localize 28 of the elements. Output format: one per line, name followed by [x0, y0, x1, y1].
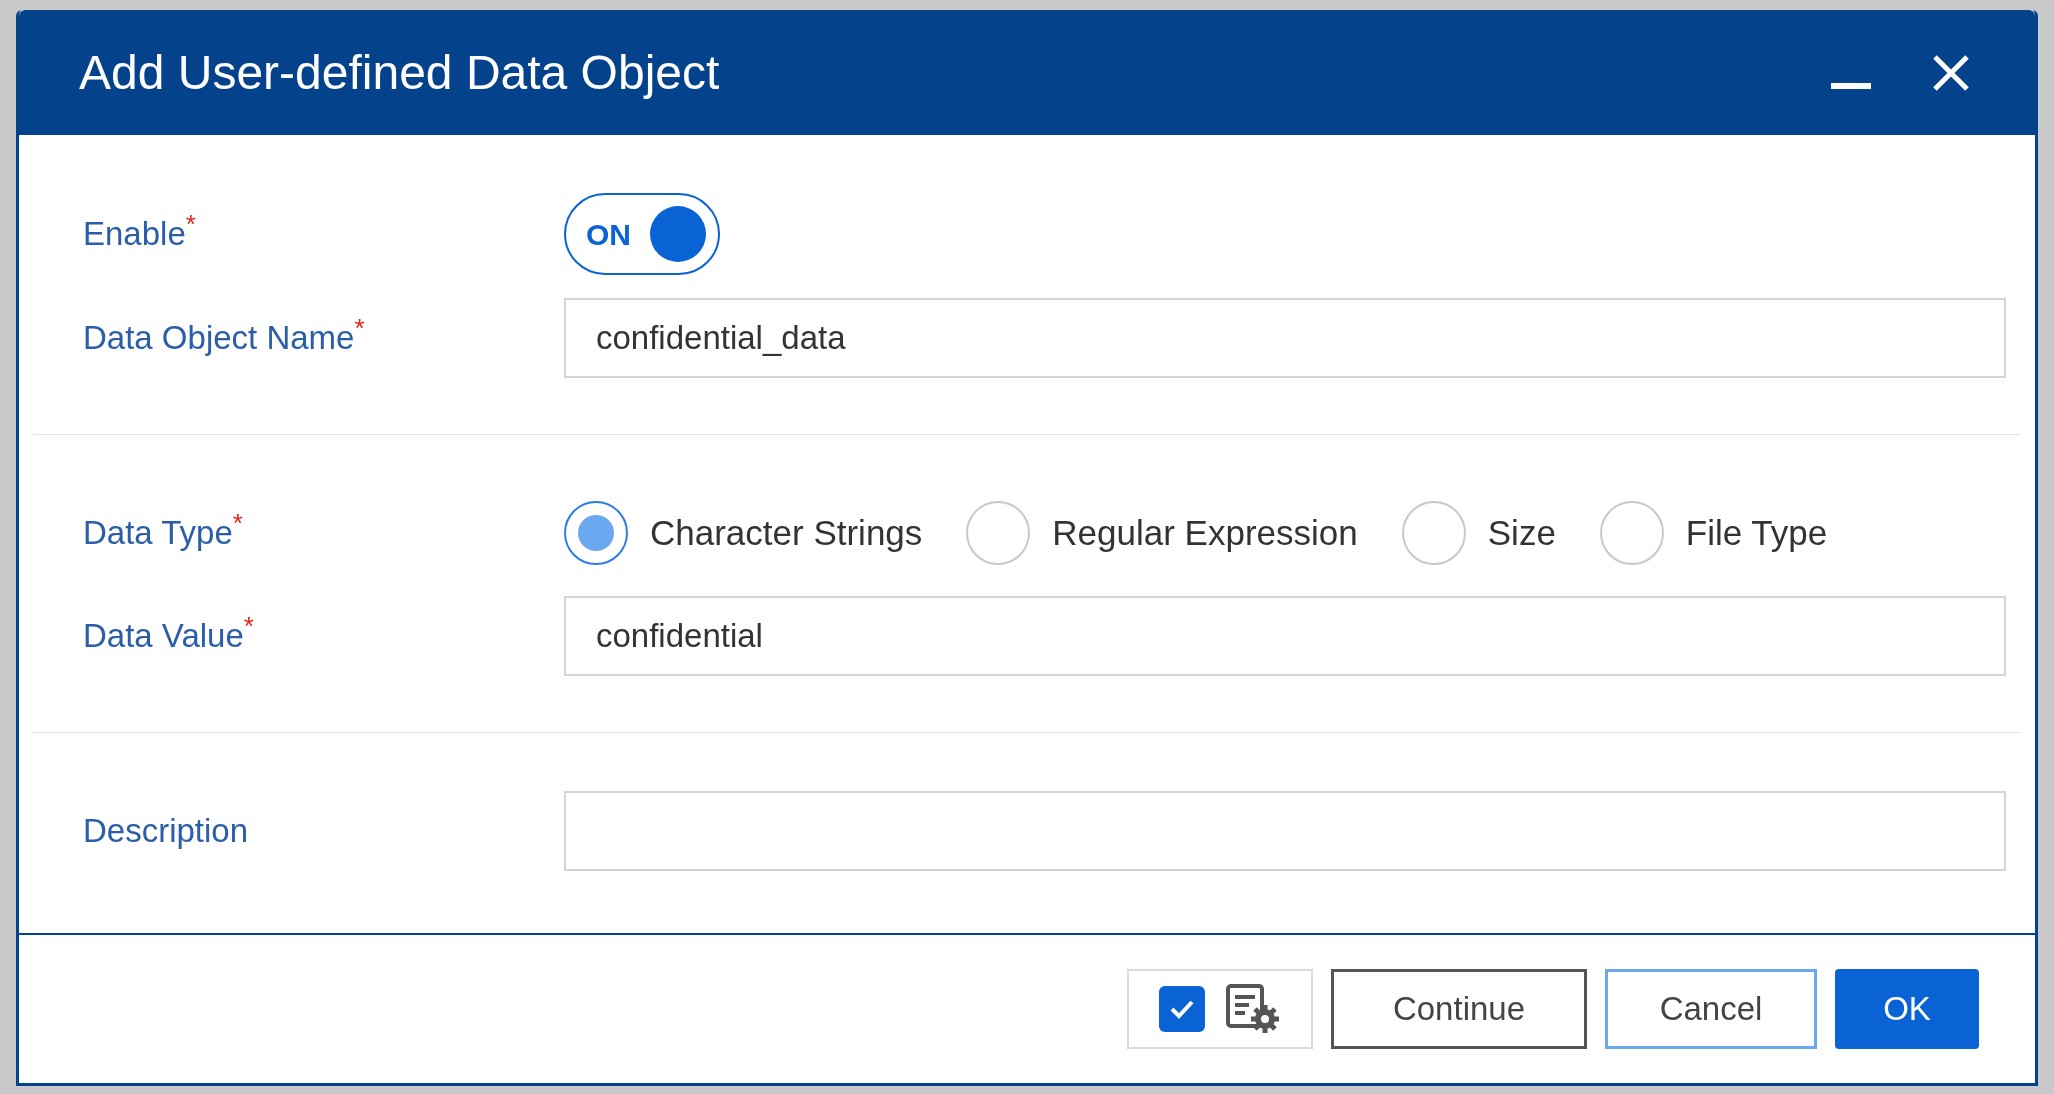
- radio-button[interactable]: [564, 501, 628, 565]
- required-mark: *: [185, 211, 196, 238]
- text-field[interactable]: confidential_data: [564, 298, 2006, 378]
- radio-option[interactable]: File Type: [1599, 501, 1828, 565]
- field-label: Data Type: [83, 513, 233, 554]
- radio-button[interactable]: [1401, 501, 1466, 565]
- text-field[interactable]: confidential: [564, 596, 2006, 676]
- dialog-button[interactable]: Cancel: [1605, 969, 1817, 1049]
- radio-option[interactable]: Size: [1401, 501, 1556, 565]
- dialog-button[interactable]: Continue: [1331, 969, 1587, 1049]
- dialog-button[interactable]: OK: [1835, 969, 1979, 1049]
- field-label: Data Value: [83, 616, 244, 657]
- radio-option[interactable]: Character Strings: [564, 501, 923, 565]
- text-field[interactable]: [564, 791, 2006, 871]
- checkbox[interactable]: [1159, 986, 1205, 1032]
- field-label: Enable: [83, 214, 186, 255]
- close-icon[interactable]: [1931, 52, 1971, 93]
- required-mark: *: [354, 315, 365, 342]
- required-mark: *: [232, 510, 243, 537]
- radio-button[interactable]: [966, 501, 1031, 565]
- toggle-switch[interactable]: ON: [564, 193, 720, 275]
- window-title: Add User-defined Data Object: [79, 44, 721, 101]
- field-label: Description: [83, 811, 249, 852]
- radio-button[interactable]: [1599, 501, 1664, 565]
- radio-option[interactable]: Regular Expression: [966, 501, 1358, 565]
- required-mark: *: [243, 613, 254, 640]
- list-settings-icon[interactable]: [1225, 983, 1281, 1035]
- field-label: Data Object Name: [83, 318, 355, 359]
